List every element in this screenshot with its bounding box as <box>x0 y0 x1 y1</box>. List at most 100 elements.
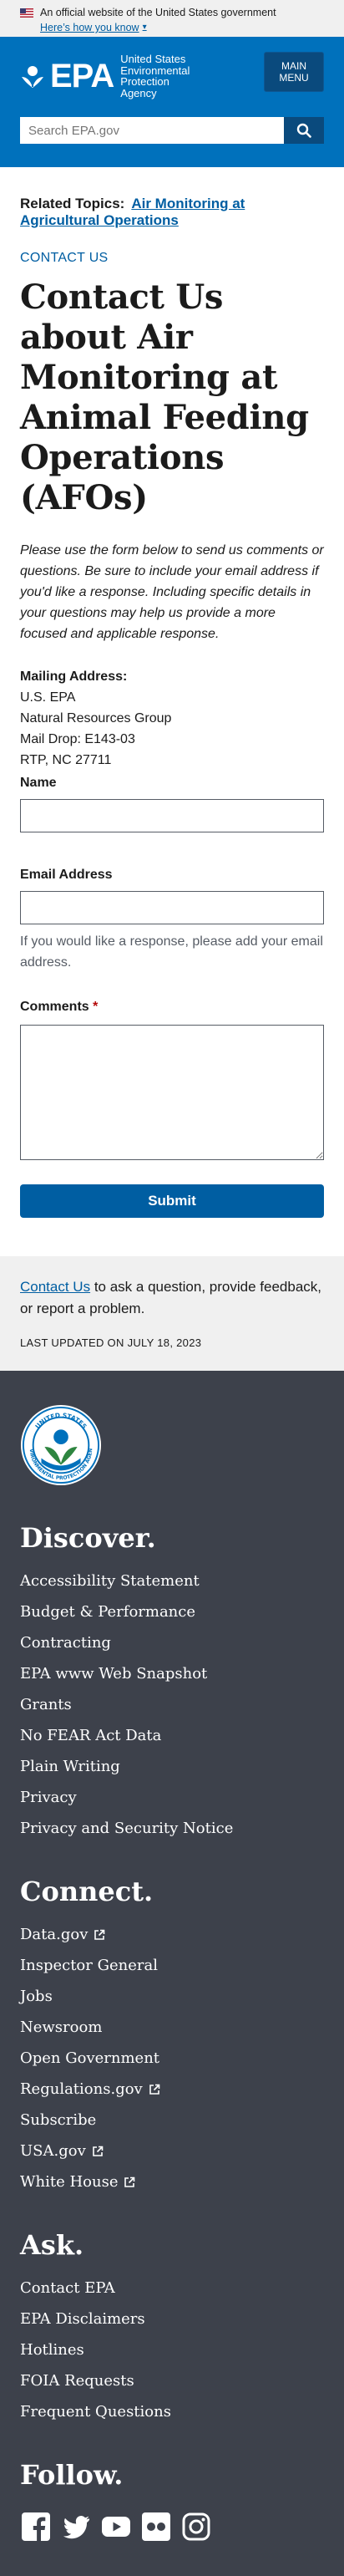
external-link-icon <box>149 2084 160 2095</box>
agency-name-line: Agency <box>120 86 157 99</box>
twitter-link[interactable] <box>60 2511 92 2543</box>
footer-heading-ask: Ask. <box>20 2229 84 2261</box>
heres-how-you-know-label: Here’s how you know <box>40 22 139 33</box>
external-link-icon <box>124 2176 135 2187</box>
menu-label-line: MAIN <box>281 60 306 72</box>
footer-link-white-house[interactable]: White House <box>20 2166 135 2197</box>
address-line: Natural Resources Group <box>20 711 172 725</box>
footer-heading-follow: Follow. <box>20 2459 124 2491</box>
footer-link-label: USA.gov <box>20 2142 86 2160</box>
footer-link-label: White House <box>20 2173 119 2191</box>
youtube-link[interactable] <box>100 2511 132 2543</box>
footer-link-frequent-questions[interactable]: Frequent Questions <box>20 2396 171 2427</box>
related-topics: Related Topics: Air Monitoring at Agricul… <box>20 167 324 229</box>
footer-link-accessibility-statement[interactable]: Accessibility Statement <box>20 1565 200 1596</box>
contact-us-link[interactable]: Contact Us <box>20 1279 90 1295</box>
menu-label-line: MENU <box>279 72 309 84</box>
footer-link-privacy-security-notice[interactable]: Privacy and Security Notice <box>20 1813 233 1844</box>
related-topics-label: Related Topics: <box>20 196 125 211</box>
comments-textarea[interactable] <box>20 1025 324 1160</box>
intro-text: Please use the form below to send us com… <box>20 543 324 641</box>
chevron-down-icon: ▾ <box>142 23 147 32</box>
discover-list: Accessibility Statement Budget & Perform… <box>20 1565 324 1844</box>
footer-link-hotlines[interactable]: Hotlines <box>20 2334 84 2365</box>
agency-name: United States Environmental Protection A… <box>120 53 195 99</box>
footer-connect: Connect. Data.gov Inspector General Jobs… <box>20 1876 324 2197</box>
address-line: U.S. EPA <box>20 690 76 705</box>
footer-link-contact-epa[interactable]: Contact EPA <box>20 2273 115 2304</box>
search-icon <box>296 123 311 138</box>
footer-link-grants[interactable]: Grants <box>20 1689 72 1720</box>
footer-link-newsroom[interactable]: Newsroom <box>20 2012 102 2043</box>
name-label: Name <box>20 776 57 790</box>
page-title: Contact Us about Air Monitoring at Anima… <box>20 277 309 517</box>
footer-ask: Ask. Contact EPA EPA Disclaimers Hotline… <box>20 2229 324 2427</box>
footer-link-budget-performance[interactable]: Budget & Performance <box>20 1596 195 1627</box>
footer-discover: Discover. Accessibility Statement Budget… <box>20 1522 324 1844</box>
contact-strip: Contact Us to ask a question, provide fe… <box>0 1256 344 1371</box>
footer-link-privacy[interactable]: Privacy <box>20 1782 77 1813</box>
epa-seal-icon: UNITED STATES ENVIRONMENTAL PROTECTION A… <box>18 1400 102 1486</box>
footer-heading-connect: Connect. <box>20 1876 154 1907</box>
social-links <box>20 2511 324 2543</box>
site-header: EPA United States Environmental Protecti… <box>0 37 344 167</box>
footer-link-usa-gov[interactable]: USA.gov <box>20 2136 104 2166</box>
email-hint: If you would like a response, please add… <box>20 934 323 970</box>
footer-link-foia-requests[interactable]: FOIA Requests <box>20 2365 134 2396</box>
facebook-link[interactable] <box>20 2511 52 2543</box>
gov-banner: An official website of the United States… <box>0 0 344 37</box>
mailing-address: Mailing Address: U.S. EPA Natural Resour… <box>20 666 324 771</box>
search-input[interactable] <box>20 117 284 144</box>
footer-link-subscribe[interactable]: Subscribe <box>20 2105 96 2136</box>
footer-link-epa-disclaimers[interactable]: EPA Disclaimers <box>20 2304 145 2334</box>
footer-link-jobs[interactable]: Jobs <box>20 1981 53 2012</box>
footer-link-inspector-general[interactable]: Inspector General <box>20 1950 158 1981</box>
footer-link-label: Data.gov <box>20 1926 89 1943</box>
footer-link-open-government[interactable]: Open Government <box>20 2043 159 2074</box>
comments-label-text: Comments <box>20 1000 89 1014</box>
mailing-address-label: Mailing Address: <box>20 669 128 684</box>
search-button[interactable] <box>284 117 324 144</box>
main-menu-button[interactable]: MAIN MENU <box>264 52 324 92</box>
twitter-icon <box>63 2515 89 2539</box>
instagram-icon <box>182 2512 210 2541</box>
footer-link-no-fear-act[interactable]: No FEAR Act Data <box>20 1720 161 1751</box>
contact-form: Name Email Address If you would like a r… <box>20 774 324 1218</box>
epa-logo[interactable]: EPA United States Environmental Protecti… <box>20 53 195 99</box>
footer-link-plain-writing[interactable]: Plain Writing <box>20 1751 120 1782</box>
footer-follow: Follow. <box>20 2459 324 2543</box>
external-link-icon <box>92 2146 104 2156</box>
ask-list: Contact EPA EPA Disclaimers Hotlines FOI… <box>20 2273 324 2427</box>
external-link-icon <box>94 1929 105 1940</box>
footer-link-contracting[interactable]: Contracting <box>20 1627 111 1658</box>
comments-label: Comments * <box>20 998 324 1016</box>
search-form <box>20 117 324 144</box>
address-line: RTP, NC 27711 <box>20 753 112 767</box>
footer-link-regulations-gov[interactable]: Regulations.gov <box>20 2074 160 2105</box>
facebook-icon <box>22 2512 50 2542</box>
footer-link-label: Regulations.gov <box>20 2080 143 2098</box>
page-eyebrow: CONTACT US <box>20 251 109 265</box>
flickr-link[interactable] <box>140 2511 172 2543</box>
gov-banner-text: An official website of the United States… <box>40 7 276 18</box>
contact-strip-text: Contact Us to ask a question, provide fe… <box>20 1276 324 1320</box>
youtube-icon <box>102 2517 130 2537</box>
submit-button[interactable]: Submit <box>20 1184 324 1218</box>
address-line: Mail Drop: E143-03 <box>20 732 135 746</box>
agency-name-line: Environmental Protection <box>120 64 190 88</box>
required-marker: * <box>93 1000 99 1014</box>
instagram-link[interactable] <box>180 2511 212 2543</box>
footer-link-data-gov[interactable]: Data.gov <box>20 1919 105 1950</box>
heres-how-you-know-link[interactable]: Here’s how you know ▾ <box>40 20 147 35</box>
main-content: Related Topics: Air Monitoring at Agricul… <box>0 167 344 1218</box>
us-flag-icon <box>20 8 33 18</box>
epa-wordmark: EPA <box>50 58 114 94</box>
epa-flower-icon <box>20 64 45 89</box>
footer-link-web-snapshot[interactable]: EPA www Web Snapshot <box>20 1658 207 1689</box>
last-updated: LAST UPDATED ON JULY 18, 2023 <box>20 1336 202 1349</box>
footer-heading-discover: Discover. <box>20 1522 156 1554</box>
name-field[interactable] <box>20 799 324 832</box>
email-field[interactable] <box>20 891 324 924</box>
site-footer: UNITED STATES ENVIRONMENTAL PROTECTION A… <box>0 1371 344 2576</box>
email-label: Email Address <box>20 868 113 882</box>
